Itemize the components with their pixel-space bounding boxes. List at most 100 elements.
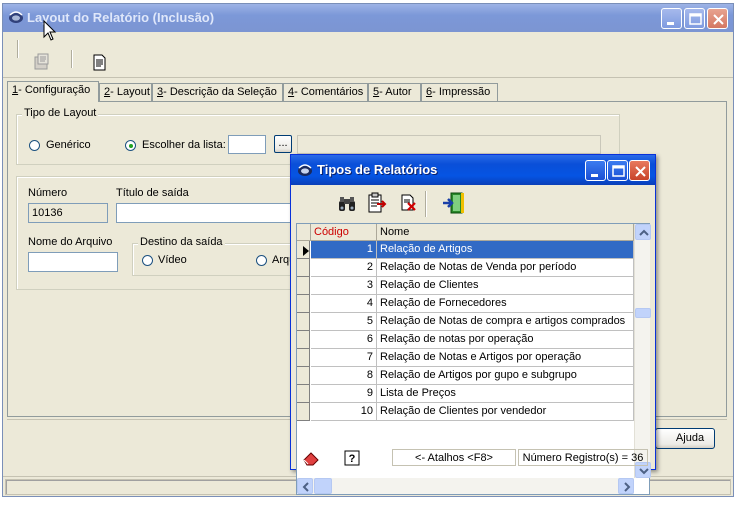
titulo-saida-label: Título de saída: [116, 187, 189, 199]
delete-document-icon[interactable]: [399, 193, 419, 213]
generico-label[interactable]: Genérico: [46, 139, 91, 151]
tab-descricao-selecao[interactable]: 3- Descrição da Seleção: [152, 83, 283, 101]
scroll-up-button[interactable]: [635, 224, 651, 240]
numero-field: 10136: [28, 203, 108, 223]
vertical-scrollbar[interactable]: [634, 224, 651, 478]
table-row[interactable]: 6 Relação de notas por operação: [297, 331, 634, 349]
chevron-right-icon: [624, 482, 631, 492]
horizontal-scrollbar[interactable]: [297, 478, 634, 494]
tab-layout[interactable]: 2- Layout: [99, 83, 152, 101]
table-row[interactable]: 7 Relação de Notas e Artigos por operação: [297, 349, 634, 367]
maximize-icon: [689, 13, 702, 25]
close-icon: [713, 14, 724, 25]
nome-arquivo-input[interactable]: [28, 252, 118, 272]
help-icon[interactable]: ?: [344, 450, 360, 466]
layout-code-input[interactable]: [228, 135, 266, 154]
dialog-minimize-button[interactable]: [585, 160, 606, 181]
cell-codigo: 9: [311, 385, 377, 403]
tab-autor[interactable]: 5- Autor: [368, 83, 421, 101]
cell-nome: Relação de Fornecedores: [377, 295, 634, 313]
tab-configuracao[interactable]: 1- Configuração: [7, 81, 99, 102]
row-indicator[interactable]: [297, 403, 310, 421]
table-row[interactable]: 1 Relação de Artigos: [297, 241, 634, 259]
app-icon: [9, 11, 23, 23]
row-indicator[interactable]: [297, 385, 310, 403]
minimize-icon: [591, 174, 598, 177]
tipo-layout-legend: Tipo de Layout: [22, 107, 99, 119]
registros-count: Número Registro(s) = 36: [518, 449, 648, 466]
export-document-icon[interactable]: [367, 192, 387, 214]
main-title-bar[interactable]: Layout do Relatório (Inclusão): [3, 4, 733, 32]
eraser-icon[interactable]: [302, 450, 320, 466]
svg-text:?: ?: [349, 453, 356, 465]
chevron-up-icon: [639, 229, 649, 236]
exit-door-icon[interactable]: [441, 191, 465, 215]
titulo-saida-input[interactable]: [116, 203, 316, 223]
row-indicator[interactable]: [297, 331, 310, 349]
cell-codigo: 4: [311, 295, 377, 313]
video-label[interactable]: Vídeo: [158, 254, 187, 266]
cell-codigo: 6: [311, 331, 377, 349]
row-indicator[interactable]: [297, 259, 310, 277]
scroll-thumb[interactable]: [635, 308, 651, 318]
grid-corner: [297, 224, 311, 241]
generico-radio[interactable]: [29, 140, 40, 151]
document-icon[interactable]: [91, 54, 109, 72]
table-row[interactable]: 9 Lista de Preços: [297, 385, 634, 403]
column-header-codigo[interactable]: Código: [311, 224, 377, 241]
column-header-nome[interactable]: Nome: [377, 224, 634, 241]
cell-codigo: 1: [311, 241, 377, 259]
save-disabled-icon[interactable]: [33, 53, 51, 71]
escolher-label[interactable]: Escolher da lista:: [142, 139, 226, 151]
ajuda-button[interactable]: Ajuda: [655, 428, 715, 449]
cell-codigo: 3: [311, 277, 377, 295]
scroll-right-button[interactable]: [618, 478, 634, 494]
dialog-title-bar[interactable]: Tipos de Relatórios: [291, 155, 655, 185]
cell-nome: Relação de Notas de Venda por período: [377, 259, 634, 277]
cell-nome: Relação de Artigos por gupo e subgrupo: [377, 367, 634, 385]
dialog-toolbar-separator: [425, 191, 427, 217]
browse-button[interactable]: ...: [274, 135, 292, 153]
cell-nome: Relação de Notas e Artigos por operação: [377, 349, 634, 367]
escolher-radio[interactable]: [125, 140, 136, 151]
numero-label: Número: [28, 187, 68, 199]
dialog-toolbar: [295, 187, 651, 221]
video-radio[interactable]: [142, 255, 153, 266]
dialog-title: Tipos de Relatórios: [317, 162, 438, 177]
row-indicator[interactable]: [297, 367, 310, 385]
table-row[interactable]: 10 Relação de Clientes por vendedor: [297, 403, 634, 421]
tab-impressao[interactable]: 6- Impressão: [421, 83, 498, 101]
chevron-left-icon: [302, 482, 309, 492]
tab-comentarios[interactable]: 4- Comentários: [283, 83, 368, 101]
table-row[interactable]: 3 Relação de Clientes: [297, 277, 634, 295]
cell-nome: Relação de notas por operação: [377, 331, 634, 349]
arquivo-radio[interactable]: [256, 255, 267, 266]
table-row[interactable]: 4 Relação de Fornecedores: [297, 295, 634, 313]
mouse-cursor-icon: [43, 20, 57, 41]
row-indicator[interactable]: [297, 313, 310, 331]
dialog-status-bar: ? <- Atalhos <F8> Número Registro(s) = 3…: [296, 449, 650, 467]
row-indicator[interactable]: [297, 277, 310, 295]
cell-codigo: 8: [311, 367, 377, 385]
numero-value: 10136: [32, 207, 63, 219]
cell-codigo: 10: [311, 403, 377, 421]
minimize-button[interactable]: [661, 8, 682, 29]
dialog-close-button[interactable]: [629, 160, 650, 181]
cell-nome: Relação de Notas de compra e artigos com…: [377, 313, 634, 331]
binoculars-icon[interactable]: [337, 195, 357, 213]
table-row[interactable]: 8 Relação de Artigos por gupo e subgrupo: [297, 367, 634, 385]
cell-nome: Relação de Clientes: [377, 277, 634, 295]
close-button[interactable]: [707, 8, 728, 29]
atalhos-status[interactable]: <- Atalhos <F8>: [392, 449, 516, 466]
cell-nome: Relação de Clientes por vendedor: [377, 403, 634, 421]
hscroll-thumb[interactable]: [314, 478, 332, 494]
table-row[interactable]: 5 Relação de Notas de compra e artigos co…: [297, 313, 634, 331]
maximize-button[interactable]: [684, 8, 705, 29]
minimize-icon: [667, 22, 674, 25]
row-indicator[interactable]: [297, 349, 310, 367]
row-indicator[interactable]: [297, 241, 310, 259]
row-indicator[interactable]: [297, 295, 310, 313]
dialog-maximize-button[interactable]: [607, 160, 628, 181]
scroll-left-button[interactable]: [297, 478, 313, 494]
table-row[interactable]: 2 Relação de Notas de Venda por período: [297, 259, 634, 277]
